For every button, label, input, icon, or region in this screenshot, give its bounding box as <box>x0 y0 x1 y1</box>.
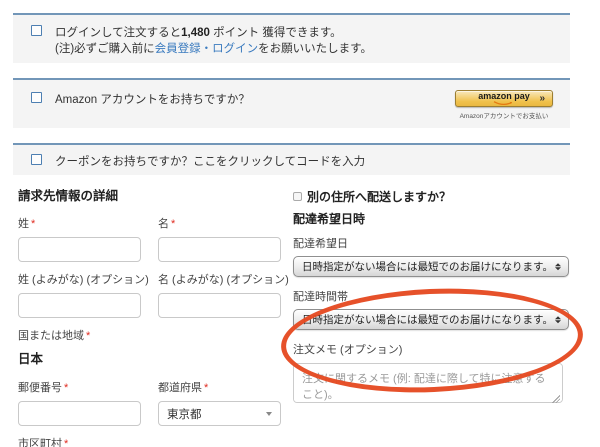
different-address-checkbox[interactable] <box>293 192 302 201</box>
billing-heading: 請求先情報の詳細 <box>18 185 282 204</box>
delivery-time-selected-value: 日時指定がない場合には最短でのお届けになります。 <box>302 312 553 327</box>
select-arrows-icon <box>555 263 561 271</box>
postal-code-input[interactable] <box>18 401 141 426</box>
points-value: 1,480 <box>181 27 210 39</box>
login-notice: ログインして注文すると1,480 ポイント 獲得できます。 (注)必ずご購入前に… <box>13 13 570 63</box>
coupon-notice-checkbox[interactable] <box>31 154 42 165</box>
amazon-notice-text: Amazon アカウントをお持ちですか？ <box>55 94 250 106</box>
city-label: 市区町村* <box>18 435 281 447</box>
amazon-notice-checkbox[interactable] <box>31 92 42 103</box>
login-text-pre: ログインして注文すると <box>55 27 181 39</box>
delivery-date-label: 配達希望日 <box>293 235 570 251</box>
delivery-date-selected-value: 日時指定がない場合には最短でのお届けになります。 <box>302 259 553 274</box>
order-memo-textarea[interactable] <box>293 363 563 403</box>
delivery-date-select[interactable]: 日時指定がない場合には最短でのお届けになります。 <box>293 256 569 277</box>
different-address-label: 別の住所へ配送しますか？ <box>307 188 451 205</box>
login-note-pre: (注)必ずご購入前に <box>55 43 155 55</box>
shipping-form: 別の住所へ配送しますか？ 配達希望日時 配達希望日 日時指定がない場合には最短で… <box>293 188 570 408</box>
select-arrows-icon <box>555 316 561 324</box>
required-asterisk: * <box>64 382 68 394</box>
amazon-notice: Amazon アカウントをお持ちですか？ amazon pay » Amazon… <box>13 78 570 128</box>
last-name-label: 姓* <box>18 215 141 231</box>
chevron-down-icon <box>266 412 272 416</box>
login-notice-checkbox[interactable] <box>31 25 42 36</box>
required-asterisk: * <box>64 438 68 447</box>
order-memo-label: 注文メモ (オプション) <box>293 341 570 357</box>
last-name-input[interactable] <box>18 237 141 262</box>
member-login-link[interactable]: 会員登録・ログイン <box>155 43 259 55</box>
first-name-kana-input[interactable] <box>158 293 281 318</box>
required-asterisk: * <box>171 218 175 230</box>
first-name-input[interactable] <box>158 237 281 262</box>
delivery-schedule-heading: 配達希望日時 <box>293 210 570 227</box>
amazon-smile-icon <box>493 101 515 106</box>
prefecture-select[interactable]: 東京都 <box>158 401 281 426</box>
delivery-time-select[interactable]: 日時指定がない場合には最短でのお届けになります。 <box>293 309 569 330</box>
last-name-kana-label: 姓 (よみがな) (オプション) <box>18 271 141 287</box>
delivery-time-label: 配達時間帯 <box>293 288 570 304</box>
country-value: 日本 <box>18 348 282 367</box>
first-name-label: 名* <box>158 215 281 231</box>
amazon-pay-label: amazon pay <box>478 92 530 100</box>
prefecture-label: 都道府県* <box>158 379 281 395</box>
last-name-kana-input[interactable] <box>18 293 141 318</box>
coupon-notice: クーポンをお持ちですか？ここをクリックしてコードを入力 <box>13 143 570 175</box>
postal-code-label: 郵便番号* <box>18 379 141 395</box>
required-asterisk: * <box>204 382 208 394</box>
amazon-pay-button[interactable]: amazon pay » <box>455 90 553 107</box>
prefecture-selected-value: 東京都 <box>167 406 202 422</box>
first-name-kana-label: 名 (よみがな) (オプション) <box>158 271 281 287</box>
checkout-page: ログインして注文すると1,480 ポイント 獲得できます。 (注)必ずご購入前に… <box>0 0 600 447</box>
resize-handle-icon[interactable] <box>552 395 560 403</box>
login-notice-text: ログインして注文すると1,480 ポイント 獲得できます。 (注)必ずご購入前に… <box>55 25 372 57</box>
amazon-pay-caption: Amazonアカウントでお支払い <box>460 110 549 120</box>
login-note-post: をお願いいたします。 <box>258 43 372 55</box>
country-label: 国または地域* <box>18 327 282 343</box>
required-asterisk: * <box>31 218 35 230</box>
chevrons-right-icon: » <box>539 93 545 104</box>
coupon-toggle-text[interactable]: クーポンをお持ちですか？ここをクリックしてコードを入力 <box>55 156 365 168</box>
billing-form: 請求先情報の詳細 姓* 名* 姓 (よみがな) (オプション) 名 (よみがな)… <box>18 185 282 447</box>
required-asterisk: * <box>86 330 90 342</box>
login-text-post: ポイント 獲得できます。 <box>210 27 342 39</box>
